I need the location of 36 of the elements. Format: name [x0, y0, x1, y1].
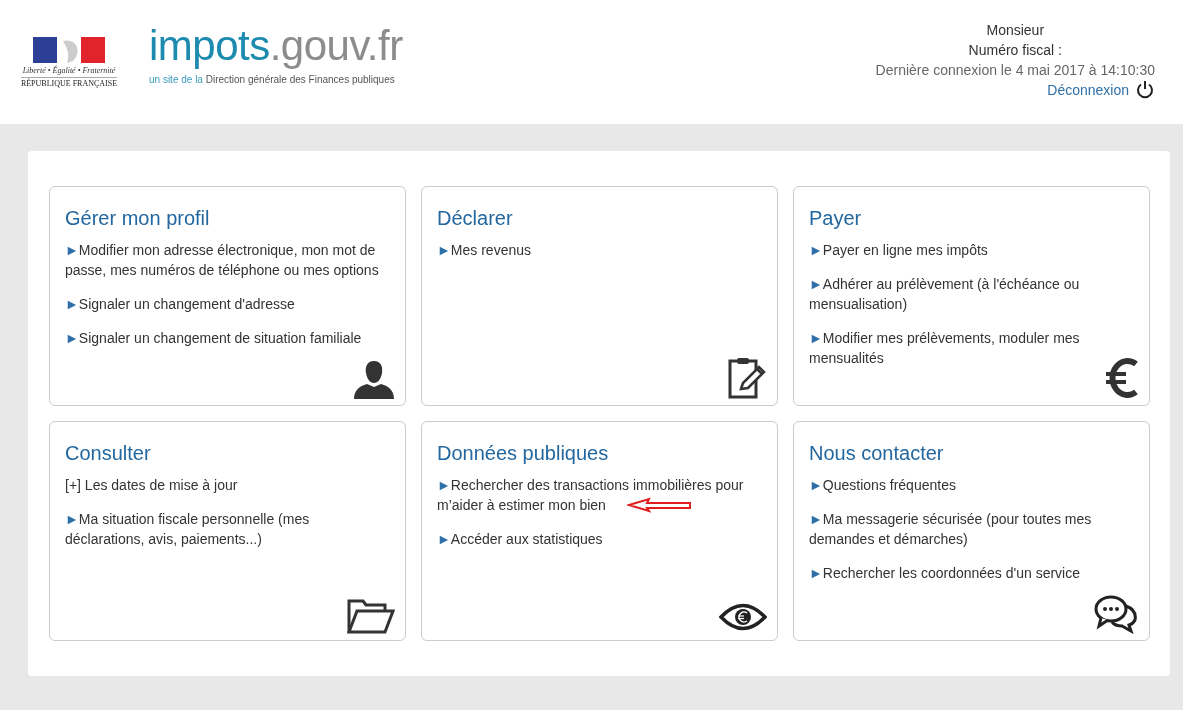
- folder-icon: [347, 598, 395, 634]
- emblem-motto: Liberté • Égalité • Fraternité: [22, 66, 116, 75]
- flag-marianne-icon: [33, 37, 105, 63]
- chat-bubbles-icon: [1093, 594, 1139, 634]
- card-title[interactable]: Déclarer: [437, 207, 763, 230]
- service-link[interactable]: ►Mes revenus: [437, 240, 763, 260]
- service-link[interactable]: ►Signaler un changement de situation familiale: [65, 328, 391, 348]
- service-link[interactable]: ►Ma messagerie sécurisée (pour toutes mes demandes et démarches): [809, 509, 1135, 549]
- service-link[interactable]: ►Adhérer au prélèvement (à l'échéance ou mensualisation): [809, 274, 1135, 314]
- fiscal-number-label: Numéro fiscal :: [968, 41, 1062, 60]
- person-icon: [353, 359, 395, 399]
- site-logo-text[interactable]: impots.gouv.fr: [149, 24, 403, 68]
- clipboard-pencil-icon: [727, 357, 767, 399]
- card-title[interactable]: Payer: [809, 207, 1135, 230]
- euro-icon: [1105, 357, 1139, 399]
- site-tagline: un site de la Direction générale des Finances publiques: [149, 74, 396, 85]
- card-title[interactable]: Nous contacter: [809, 442, 1135, 465]
- card-title[interactable]: Données publiques: [437, 442, 763, 465]
- service-link[interactable]: ►Modifier mes prélèvements, moduler mes mensualités: [809, 328, 1135, 368]
- service-link[interactable]: ►Rechercher des transactions immobilières pour m’aider à estimer mon bien: [437, 475, 763, 515]
- service-link[interactable]: ►Signaler un changement d'adresse: [65, 294, 391, 314]
- card-title[interactable]: Gérer mon profil: [65, 207, 391, 230]
- service-link[interactable]: ►Accéder aux statistiques: [437, 529, 763, 549]
- logout-link[interactable]: Déconnexion: [1047, 80, 1129, 100]
- emblem-name: RÉPUBLIQUE FRANÇAISE: [20, 77, 118, 88]
- service-link[interactable]: ►Modifier mon adresse électronique, mon mot de passe, mes numéros de téléphone ou mes options: [65, 240, 391, 280]
- card-title[interactable]: Consulter: [65, 442, 391, 465]
- service-link[interactable]: ►Rechercher les coordonnées d'un service: [809, 563, 1135, 583]
- user-civility: Monsieur: [986, 21, 1045, 40]
- service-link[interactable]: ►Payer en ligne mes impôts: [809, 240, 1135, 260]
- service-link[interactable]: [+] Les dates de mise à jour: [65, 475, 391, 495]
- annotation-arrow: [627, 497, 693, 513]
- last-login-text: Dernière connexion le 4 mai 2017 à 14:10:30: [875, 61, 1155, 80]
- power-icon[interactable]: [1135, 80, 1155, 100]
- service-link[interactable]: ►Questions fréquentes: [809, 475, 1135, 495]
- service-link[interactable]: ►Ma situation fiscale personnelle (mes déclarations, avis, paiements...): [65, 509, 391, 549]
